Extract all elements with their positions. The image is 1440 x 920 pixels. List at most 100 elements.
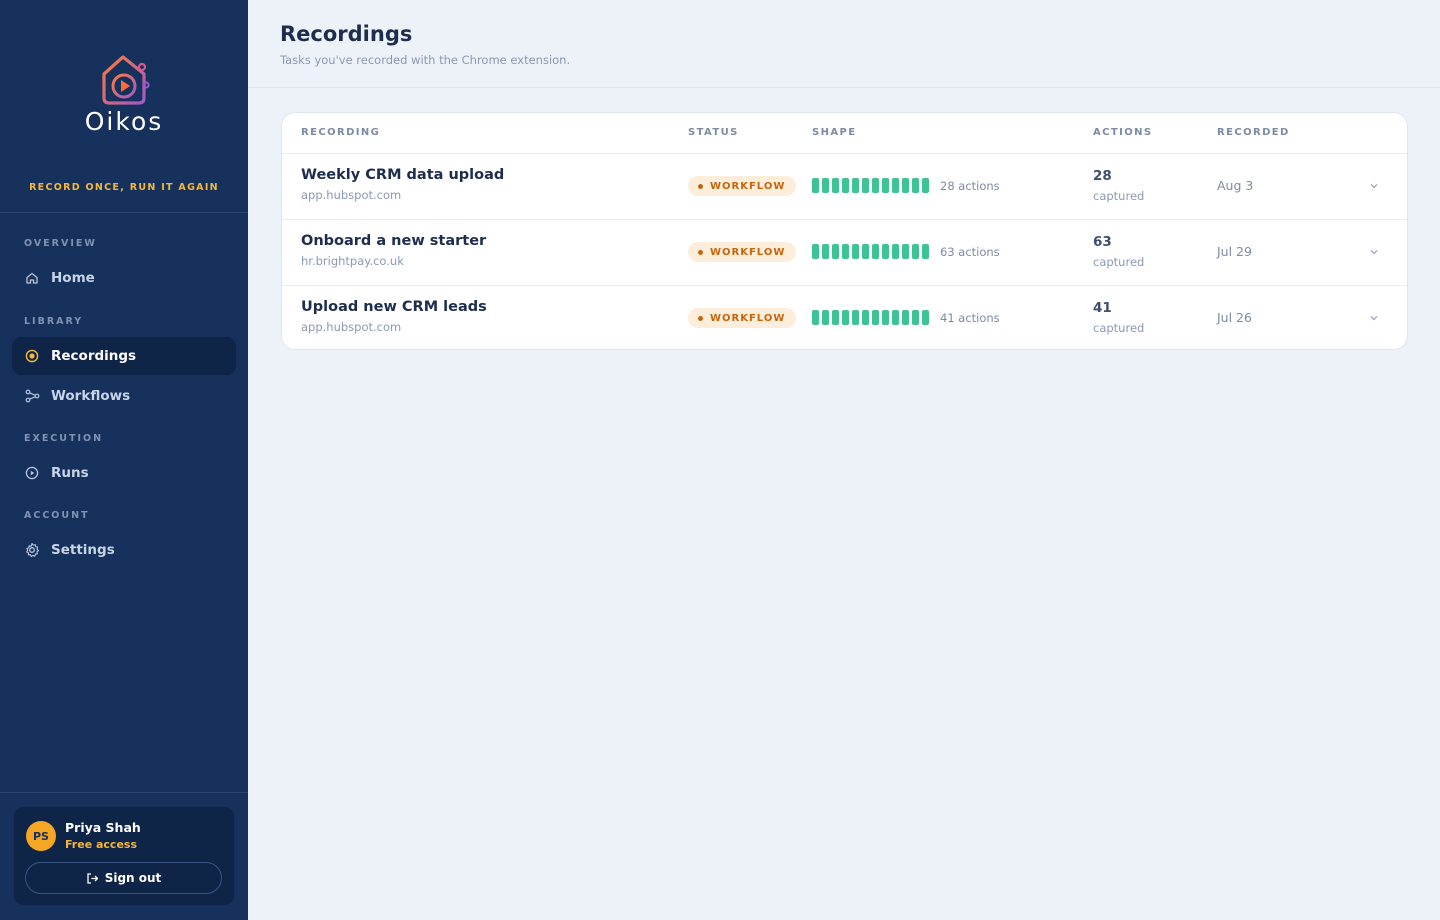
shape-bar: [812, 244, 819, 259]
shape-bar: [902, 244, 909, 259]
shape-bar: [882, 178, 889, 193]
shape-bar: [902, 310, 909, 325]
shape-bar: [832, 178, 839, 193]
recorded-date: Jul 29: [1217, 244, 1252, 259]
sign-out-label: Sign out: [104, 871, 162, 885]
shape-bar: [912, 244, 919, 259]
status-dot: [698, 315, 703, 321]
sidebar-item-settings[interactable]: Settings: [12, 531, 236, 569]
shape-bar: [902, 178, 909, 193]
user-name: Priya Shah: [65, 820, 141, 835]
column-header-recorded: RECORDED: [1217, 127, 1290, 138]
chevron-down-icon[interactable]: [1368, 246, 1380, 258]
shape-bar: [912, 178, 919, 193]
status-label: WORKFLOW: [710, 312, 786, 324]
shape-bar: [892, 244, 899, 259]
status-label: WORKFLOW: [710, 180, 786, 192]
logo-icon: [102, 55, 150, 105]
chevron-down-icon[interactable]: [1368, 180, 1380, 192]
section-label-overview: OVERVIEW: [24, 238, 97, 249]
status-badge: WORKFLOW: [688, 242, 797, 262]
sidebar-item-workflows[interactable]: Workflows: [12, 377, 236, 415]
action-shape-bars: [812, 178, 929, 193]
shape-bar: [862, 244, 869, 259]
sidebar-divider: [0, 212, 248, 213]
recorded-date: Jul 26: [1217, 310, 1252, 325]
actions-count: 28: [1093, 168, 1112, 184]
recording-domain: app.hubspot.com: [301, 320, 402, 334]
sidebar-item-home[interactable]: Home: [12, 259, 236, 297]
sidebar-item-label: Runs: [51, 465, 89, 481]
shape-action-count: 28 actions: [940, 179, 1000, 193]
column-header-shape: SHAPE: [812, 127, 857, 138]
recording-domain: hr.brightpay.co.uk: [301, 254, 404, 268]
table-row[interactable]: Onboard a new starter hr.brightpay.co.uk…: [282, 220, 1407, 286]
sign-out-icon: [87, 872, 98, 884]
column-header-recording: RECORDING: [301, 127, 381, 138]
recording-title[interactable]: Weekly CRM data upload: [301, 167, 504, 183]
brand-logo[interactable]: Oikos: [0, 52, 248, 136]
section-label-execution: EXECUTION: [24, 433, 104, 444]
sidebar-item-runs[interactable]: Runs: [12, 454, 236, 492]
status-badge: WORKFLOW: [688, 176, 797, 196]
play-circle-icon: [24, 465, 40, 481]
shape-bar: [862, 310, 869, 325]
shape-bar: [882, 310, 889, 325]
shape-action-count: 63 actions: [940, 245, 1000, 259]
actions-label: captured: [1093, 321, 1145, 335]
brand-name: Oikos: [84, 107, 164, 136]
shape-bar: [842, 178, 849, 193]
record-icon: [24, 348, 40, 364]
sidebar-item-recordings[interactable]: Recordings: [12, 337, 236, 375]
chevron-down-icon[interactable]: [1368, 312, 1380, 324]
sign-out-button[interactable]: Sign out: [25, 862, 222, 894]
sidebar-item-label: Settings: [51, 542, 115, 558]
recordings-table: RECORDING STATUS SHAPE ACTIONS RECORDED …: [281, 112, 1408, 350]
actions-count: 41: [1093, 300, 1112, 316]
recording-domain: app.hubspot.com: [301, 188, 402, 202]
shape-bar: [822, 178, 829, 193]
table-row[interactable]: Upload new CRM leads app.hubspot.com WOR…: [282, 286, 1407, 349]
shape-bar: [892, 310, 899, 325]
page-subtitle: Tasks you've recorded with the Chrome ex…: [280, 53, 571, 67]
page-title: Recordings: [280, 22, 413, 46]
shape-bar: [812, 310, 819, 325]
sidebar-item-label: Home: [51, 270, 95, 286]
shape-bar: [882, 244, 889, 259]
shape-bar: [922, 178, 929, 193]
status-dot: [698, 183, 703, 189]
recording-title[interactable]: Upload new CRM leads: [301, 299, 487, 315]
action-shape-bars: [812, 244, 929, 259]
shape-bar: [892, 178, 899, 193]
section-label-account: ACCOUNT: [24, 510, 90, 521]
shape-bar: [922, 310, 929, 325]
user-card: PS Priya Shah Free access Sign out: [14, 807, 234, 905]
sidebar-item-label: Workflows: [51, 388, 131, 404]
recording-title[interactable]: Onboard a new starter: [301, 233, 486, 249]
table-row[interactable]: Weekly CRM data upload app.hubspot.com W…: [282, 154, 1407, 220]
shape-bar: [862, 178, 869, 193]
brand-tagline: RECORD ONCE, RUN IT AGAIN: [29, 182, 219, 193]
section-label-library: LIBRARY: [24, 316, 84, 327]
shape-bar: [852, 244, 859, 259]
shape-bar: [832, 244, 839, 259]
actions-label: captured: [1093, 189, 1145, 203]
shape-bar: [872, 310, 879, 325]
sidebar-item-label: Recordings: [51, 348, 137, 364]
shape-bar: [822, 310, 829, 325]
shape-bar: [812, 178, 819, 193]
shape-bar: [872, 178, 879, 193]
shape-bar: [872, 244, 879, 259]
shape-bar: [912, 310, 919, 325]
shape-action-count: 41 actions: [940, 311, 1000, 325]
home-icon: [24, 270, 40, 286]
column-header-actions: ACTIONS: [1093, 127, 1153, 138]
sidebar-divider: [0, 792, 248, 793]
status-label: WORKFLOW: [710, 246, 786, 258]
status-badge: WORKFLOW: [688, 308, 797, 328]
avatar[interactable]: PS: [26, 821, 56, 851]
sidebar: Oikos RECORD ONCE, RUN IT AGAIN OVERVIEW…: [0, 0, 248, 920]
shape-bar: [822, 244, 829, 259]
shape-bar: [842, 310, 849, 325]
shape-bar: [852, 310, 859, 325]
